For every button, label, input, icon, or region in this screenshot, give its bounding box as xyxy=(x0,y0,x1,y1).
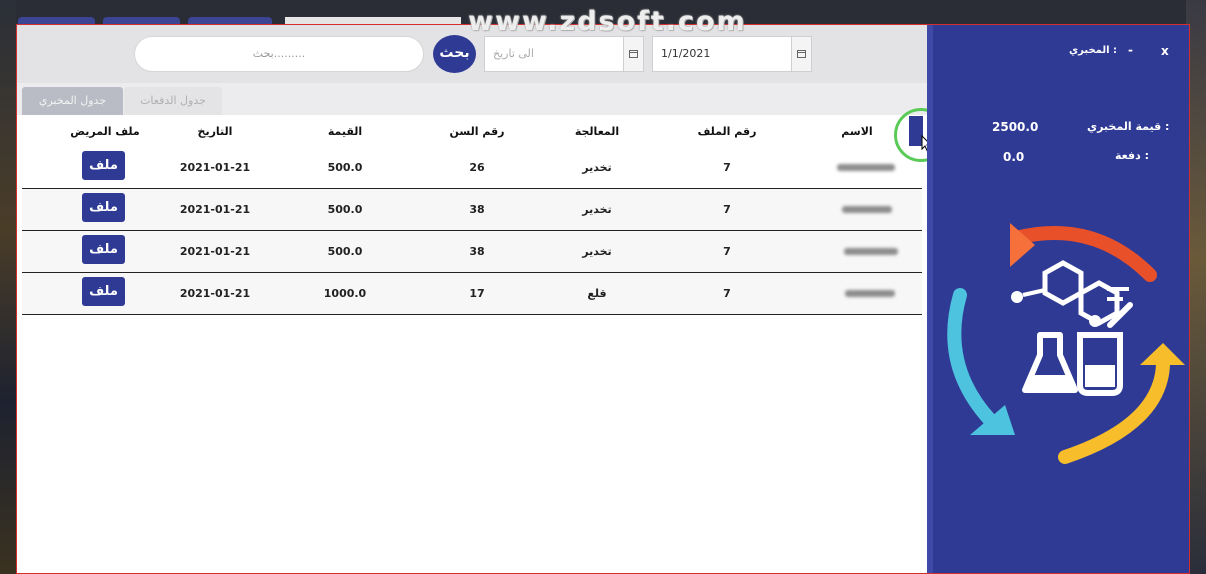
cell-treatment: تخدير xyxy=(582,161,612,174)
patient-file-button[interactable]: ملف xyxy=(82,235,125,264)
patient-name-redacted xyxy=(842,206,892,213)
cell-date: 2021-01-21 xyxy=(179,287,251,300)
header-value: القيمة xyxy=(327,125,363,138)
date-from-picker-button[interactable] xyxy=(791,37,811,71)
lab-logo-icon xyxy=(947,223,1185,464)
header-name: الاسم xyxy=(841,125,873,138)
patient-name-redacted xyxy=(837,164,895,171)
cell-treatment: تخدير xyxy=(582,245,612,258)
date-to-picker-button[interactable] xyxy=(623,37,643,71)
panel-edge xyxy=(927,25,933,573)
cell-file-no: 7 xyxy=(723,287,731,300)
tab-payments[interactable]: جدول الدفعات xyxy=(124,87,222,115)
main-area: بحث......... بحث الى تاريخ 1/1/2021 جدول… xyxy=(17,25,948,573)
minimize-button[interactable]: - xyxy=(1128,43,1133,57)
watermark: www.zdsoft.com xyxy=(468,6,747,37)
table-header: الاسم رقم الملف المعالجة رقم السن القيمة… xyxy=(22,117,922,147)
cell-file-no: 7 xyxy=(723,203,731,216)
cell-file-no: 7 xyxy=(723,161,731,174)
lab-window: بحث......... بحث الى تاريخ 1/1/2021 جدول… xyxy=(16,24,1190,574)
cell-tooth-no: 26 xyxy=(469,161,485,174)
lab-summary-panel: x - المخبري : قيمة المخبري : 2500.0 دفعة… xyxy=(927,25,1189,573)
patient-file-button[interactable]: ملف xyxy=(82,277,125,306)
patient-file-button[interactable]: ملف xyxy=(82,193,125,222)
patient-name-redacted xyxy=(845,290,895,297)
tab-lab[interactable]: جدول المخبري xyxy=(22,87,123,115)
cell-value: 500.0 xyxy=(327,245,363,258)
date-to-placeholder: الى تاريخ xyxy=(493,47,534,60)
payment-value: 0.0 xyxy=(1003,150,1025,164)
calendar-icon xyxy=(629,50,638,58)
cell-tooth-no: 17 xyxy=(469,287,485,300)
cell-value: 500.0 xyxy=(327,203,363,216)
lab-table: الاسم رقم الملف المعالجة رقم السن القيمة… xyxy=(22,117,922,315)
search-input[interactable]: بحث......... xyxy=(134,36,424,72)
header-date: التاريخ xyxy=(197,125,233,138)
background-desktop-left xyxy=(0,0,16,574)
cell-value: 500.0 xyxy=(327,161,363,174)
cell-treatment: تخدير xyxy=(582,203,612,216)
table-row[interactable]: 7 تخدير 26 500.0 2021-01-21 ملف xyxy=(22,147,922,189)
lab-value: 2500.0 xyxy=(992,120,1039,134)
cell-date: 2021-01-21 xyxy=(179,161,251,174)
cell-date: 2021-01-21 xyxy=(179,203,251,216)
cell-date: 2021-01-21 xyxy=(179,245,251,258)
lab-value-label: قيمة المخبري : xyxy=(1087,120,1170,133)
date-from-value: 1/1/2021 xyxy=(661,47,711,60)
table-row[interactable]: 7 تخدير 38 500.0 2021-01-21 ملف xyxy=(22,231,922,273)
patient-name-redacted xyxy=(844,248,898,255)
table-row[interactable]: 7 تخدير 38 500.0 2021-01-21 ملف xyxy=(22,189,922,231)
table-row[interactable]: 7 قلع 17 1000.0 2021-01-21 ملف xyxy=(22,273,922,315)
date-to-field[interactable]: الى تاريخ xyxy=(484,36,644,72)
cell-tooth-no: 38 xyxy=(469,203,485,216)
header-tooth-no: رقم السن xyxy=(449,125,505,138)
cell-tooth-no: 38 xyxy=(469,245,485,258)
header-file-no: رقم الملف xyxy=(697,125,757,138)
date-from-field[interactable]: 1/1/2021 xyxy=(652,36,812,72)
cell-value: 1000.0 xyxy=(323,287,367,300)
patient-file-button[interactable]: ملف xyxy=(82,151,125,180)
header-treatment: المعالجة xyxy=(574,125,620,138)
search-button[interactable]: بحث xyxy=(433,35,476,73)
payment-label: دفعة : xyxy=(1115,149,1149,162)
calendar-icon xyxy=(797,50,806,58)
cell-file-no: 7 xyxy=(723,245,731,258)
header-patient-file: ملف المريض xyxy=(70,125,140,138)
lab-title: المخبري : xyxy=(1069,45,1118,56)
cell-treatment: قلع xyxy=(587,287,607,300)
close-button[interactable]: x xyxy=(1161,44,1169,58)
